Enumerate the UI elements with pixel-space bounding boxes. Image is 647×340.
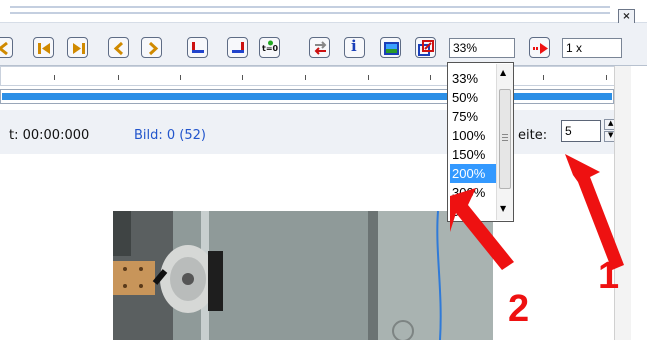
annotation-number-2: 2 [508,288,530,330]
red-arrow-icon [450,188,514,270]
annotation-overlay [450,154,624,270]
annotation-number-1: 1 [598,255,620,297]
red-arrow-icon [565,154,624,270]
